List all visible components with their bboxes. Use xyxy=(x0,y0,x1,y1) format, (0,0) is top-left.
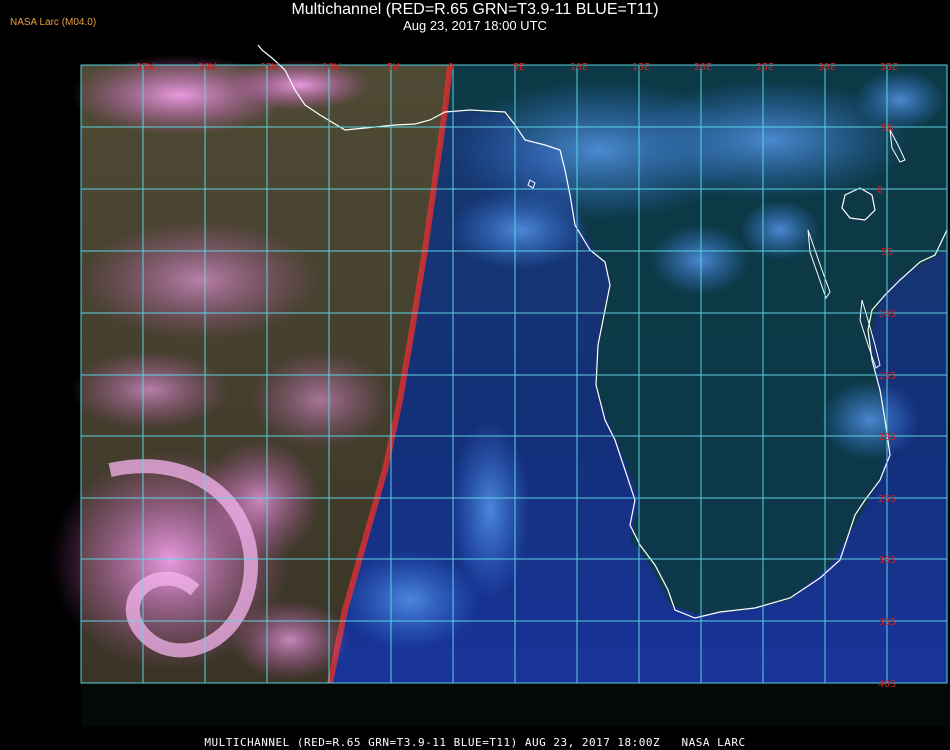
lon-label: 10E xyxy=(570,62,588,73)
lon-label: 30E xyxy=(818,62,836,73)
lon-label: 5E xyxy=(513,62,525,73)
lon-label: 20E xyxy=(694,62,712,73)
lat-label: 25S xyxy=(878,494,896,505)
lon-label: 15E xyxy=(632,62,650,73)
lat-label: 30S xyxy=(878,555,896,566)
lat-label: 10S xyxy=(878,309,896,320)
lon-label: 20W xyxy=(198,62,217,73)
lat-label: 35S xyxy=(878,617,896,628)
lon-label: 5W xyxy=(387,62,400,73)
lat-label: 5S xyxy=(881,247,893,258)
lon-label: 0 xyxy=(448,62,454,73)
lon-label: 25E xyxy=(756,62,774,73)
lon-label: 15W xyxy=(260,62,279,73)
lat-label: 20S xyxy=(878,432,896,443)
lat-label: 5N xyxy=(881,123,893,134)
lon-label: 10W xyxy=(322,62,341,73)
lat-label: 40S xyxy=(878,679,896,690)
lon-label: 25W xyxy=(136,62,155,73)
satellite-map: 25W 20W 15W 10W 5W 0 5E 10E 15E 20E 25E … xyxy=(50,44,950,727)
lon-label: 35E xyxy=(880,62,898,73)
lat-label: 0 xyxy=(877,185,883,196)
lat-label: 15S xyxy=(878,371,896,382)
footer-caption: MULTICHANNEL (RED=R.65 GRN=T3.9-11 BLUE=… xyxy=(204,736,746,749)
